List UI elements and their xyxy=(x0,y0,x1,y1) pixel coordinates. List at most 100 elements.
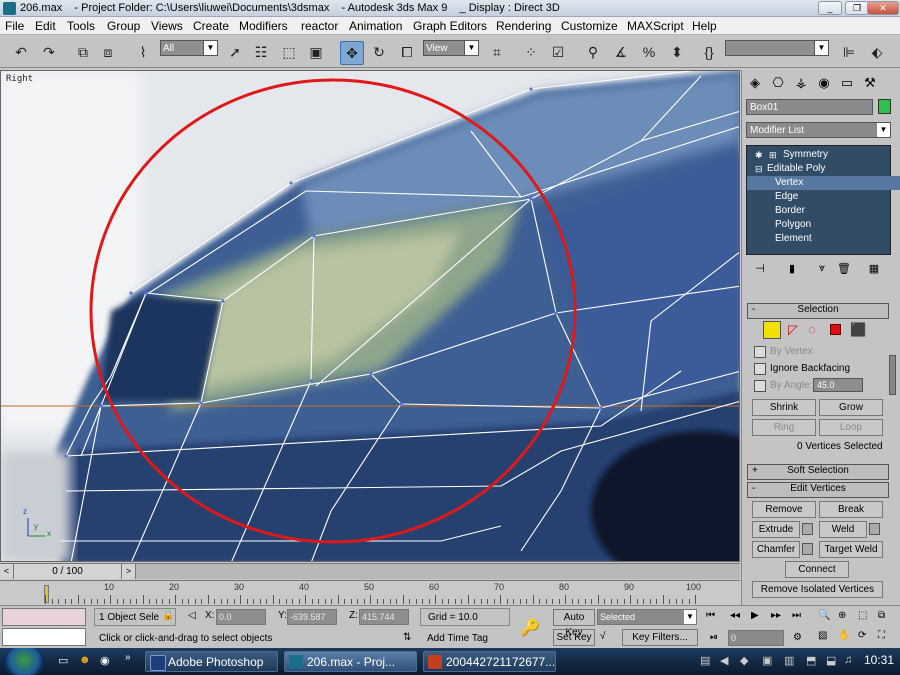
zoom-extents-all-icon[interactable]: ⧉ xyxy=(878,610,885,621)
key-tangent-icon[interactable]: √ xyxy=(600,631,606,642)
connect-button[interactable]: Connect xyxy=(785,561,849,578)
shrink-button[interactable]: Shrink xyxy=(752,399,816,416)
play-icon[interactable]: ▶ xyxy=(751,610,759,621)
motion-tab-icon[interactable]: ◉ xyxy=(814,74,834,92)
menu-views[interactable]: Views xyxy=(151,19,183,33)
collapse-icon[interactable]: ⊟ xyxy=(755,162,763,176)
media-player-icon[interactable]: ◉ xyxy=(100,654,110,667)
menu-rendering[interactable]: Rendering xyxy=(496,19,551,33)
go-to-start-icon[interactable]: ⏮ xyxy=(706,610,715,621)
stack-item-polygon[interactable]: Polygon xyxy=(747,218,900,232)
mirror-icon[interactable]: ⊫ xyxy=(838,41,860,63)
edit-vertices-rollout-header[interactable]: - Edit Vertices xyxy=(747,482,889,498)
select-link-icon[interactable]: ⧉ xyxy=(72,41,94,63)
make-unique-icon[interactable]: ⩔ xyxy=(812,262,832,278)
stack-item-symmetry[interactable]: ✱ ⊞ Symmetry xyxy=(747,148,900,162)
angle-snap-icon[interactable]: ∡ xyxy=(610,41,632,63)
stack-item-vertex[interactable]: Vertex xyxy=(747,176,900,190)
x-coordinate-field[interactable]: 0.0 xyxy=(216,609,266,625)
viewport-label[interactable]: Right xyxy=(6,74,33,84)
time-slider-thumb[interactable]: 0 / 100 xyxy=(14,564,122,579)
create-tab-icon[interactable]: ◈ xyxy=(745,74,765,92)
lock-icon[interactable]: 🔒 xyxy=(162,610,174,621)
taskbar-item-3dsmax[interactable]: 206.max - Proj... xyxy=(284,651,417,672)
minimize-button[interactable]: _ xyxy=(818,1,842,15)
previous-frame-icon[interactable]: ◂◂ xyxy=(730,610,740,621)
snaps-icon[interactable]: ⚲ xyxy=(582,41,604,63)
chamfer-settings-icon[interactable] xyxy=(802,543,813,555)
tray-icon-e[interactable]: ⬓ xyxy=(826,654,836,667)
region-select-icon[interactable]: ⬚ xyxy=(278,41,300,63)
modify-tab-icon[interactable]: ⎔ xyxy=(768,74,788,92)
edge-subobject-icon[interactable]: ◸ xyxy=(788,322,804,338)
menu-file[interactable]: File xyxy=(5,19,24,33)
go-to-end-icon[interactable]: ⏭ xyxy=(792,610,801,621)
tray-icon-b[interactable]: ▣ xyxy=(762,654,772,667)
show-end-result-icon[interactable]: ▮ xyxy=(782,262,802,278)
taskbar-item-image[interactable]: 200442721172677... xyxy=(423,651,556,672)
redo-icon[interactable]: ↷ xyxy=(38,41,60,63)
menu-edit[interactable]: Edit xyxy=(35,19,56,33)
taskbar-item-photoshop[interactable]: Adobe Photoshop xyxy=(145,651,278,672)
ignore-backfacing-checkbox[interactable] xyxy=(754,363,766,375)
extrude-button[interactable]: Extrude xyxy=(752,521,800,538)
stack-item-element[interactable]: Element xyxy=(747,232,900,246)
y-coordinate-field[interactable]: -639.587 xyxy=(287,609,337,625)
tray-icon-d[interactable]: ⬒ xyxy=(806,654,816,667)
tray-network-icon[interactable]: ▤ xyxy=(700,654,710,667)
polygon-subobject-icon[interactable] xyxy=(830,324,841,335)
command-panel-scrollbar[interactable] xyxy=(889,355,896,395)
window-crossing-icon[interactable]: ▣ xyxy=(305,41,327,63)
spinner-snap-icon[interactable]: ⬍ xyxy=(666,41,688,63)
auto-key-button[interactable]: Auto Key xyxy=(553,609,595,638)
display-tab-icon[interactable]: ▭ xyxy=(837,74,857,92)
selection-rollout-header[interactable]: - Selection xyxy=(747,303,889,319)
maximize-viewport-icon[interactable]: ⛶ xyxy=(878,630,885,641)
zoom-extents-icon[interactable]: ⬚ xyxy=(858,610,867,621)
loop-button[interactable]: Loop xyxy=(819,419,883,436)
key-mode-dropdown[interactable]: Selected ▼ xyxy=(597,609,697,625)
weld-button[interactable]: Weld xyxy=(819,521,867,538)
tray-volume-icon[interactable]: ◀ xyxy=(720,654,728,667)
select-rotate-icon[interactable]: ↻ xyxy=(368,41,390,63)
break-button[interactable]: Break xyxy=(819,501,883,518)
select-scale-icon[interactable]: ⧠ xyxy=(396,41,418,63)
element-subobject-icon[interactable]: ⬛ xyxy=(850,322,866,338)
by-vertex-checkbox[interactable] xyxy=(754,346,766,358)
set-key-button[interactable]: Set Key xyxy=(553,629,595,646)
remove-modifier-icon[interactable]: 🗑 xyxy=(834,262,854,278)
grow-button[interactable]: Grow xyxy=(819,399,883,416)
menu-customize[interactable]: Customize xyxy=(561,19,618,33)
tray-icon-f[interactable]: ♫ xyxy=(844,654,852,666)
vertex-subobject-icon[interactable] xyxy=(763,321,781,339)
select-object-icon[interactable]: ➚ xyxy=(224,41,246,63)
remove-button[interactable]: Remove xyxy=(752,501,816,518)
menu-graph-editors[interactable]: Graph Editors xyxy=(413,19,487,33)
menu-modifiers[interactable]: Modifiers xyxy=(239,19,288,33)
stack-item-editable-poly[interactable]: ⊟ Editable Poly xyxy=(747,162,900,176)
border-subobject-icon[interactable]: ◌ xyxy=(808,322,824,338)
extrude-settings-icon[interactable] xyxy=(802,523,813,535)
close-button[interactable]: ✕ xyxy=(867,1,899,15)
object-color-swatch[interactable] xyxy=(878,99,891,114)
maximize-button[interactable]: ❐ xyxy=(845,1,869,15)
key-filters-button[interactable]: Key Filters... xyxy=(622,629,698,646)
more-icon[interactable]: » xyxy=(125,652,131,663)
ring-button[interactable]: Ring xyxy=(752,419,816,436)
by-angle-checkbox[interactable] xyxy=(754,380,766,392)
track-bar[interactable]: 10 20 30 40 50 60 70 80 90 100 xyxy=(0,580,740,606)
remove-isolated-vertices-button[interactable]: Remove Isolated Vertices xyxy=(752,581,883,598)
select-move-icon[interactable]: ✥ xyxy=(340,41,364,65)
ref-coord-dropdown[interactable]: View ▼ xyxy=(423,40,479,56)
add-time-tag-button[interactable]: Add Time Tag xyxy=(427,633,488,644)
current-frame-field[interactable]: 0 xyxy=(728,630,784,646)
soft-selection-rollout-header[interactable]: + Soft Selection xyxy=(747,464,889,480)
menu-maxscript[interactable]: MAXScript xyxy=(627,19,684,33)
time-tag-icon[interactable]: ⇅ xyxy=(403,632,411,643)
stack-item-border[interactable]: Border xyxy=(747,204,900,218)
modifier-list-dropdown[interactable]: Modifier List ▼ xyxy=(746,122,891,138)
menu-create[interactable]: Create xyxy=(193,19,229,33)
time-prev-button[interactable]: < xyxy=(0,564,14,579)
arc-rotate-icon[interactable]: ⟳ xyxy=(858,630,866,641)
target-weld-button[interactable]: Target Weld xyxy=(819,541,883,558)
